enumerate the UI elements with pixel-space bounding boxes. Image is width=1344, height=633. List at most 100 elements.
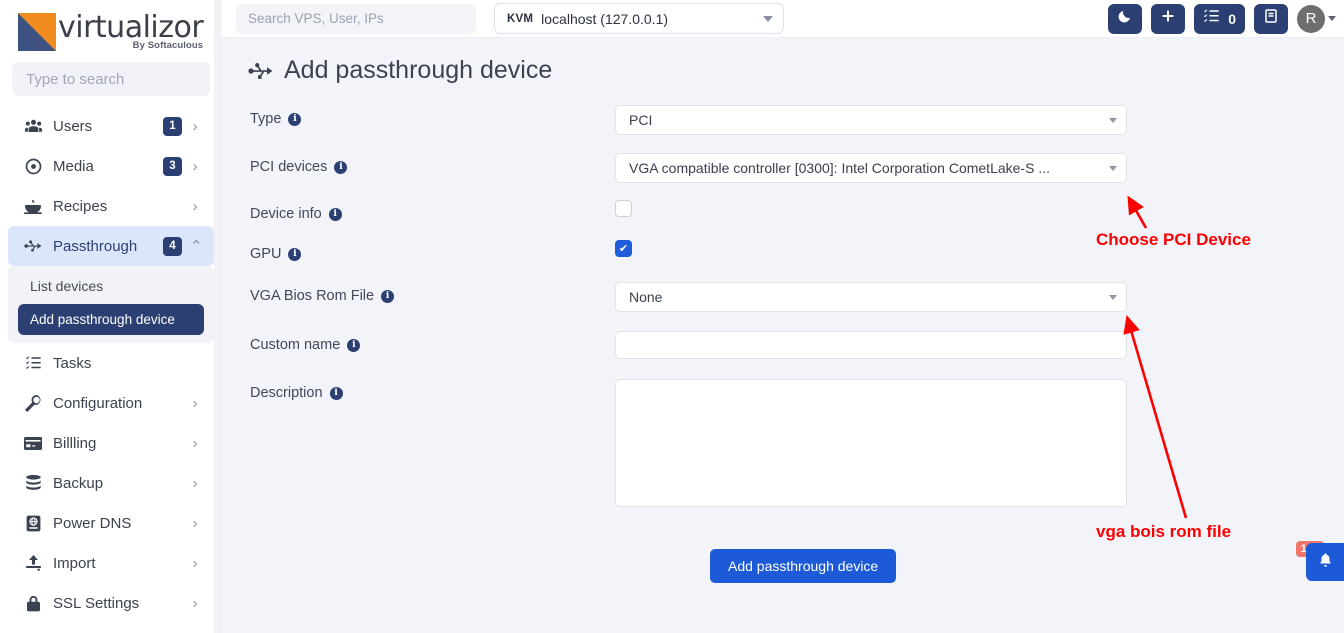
info-icon[interactable]: i	[329, 386, 343, 400]
sidebar-item-ssl-settings[interactable]: SSL Settings ›	[8, 583, 214, 623]
usb-icon	[22, 239, 44, 253]
type-select[interactable]: PCI	[615, 105, 1127, 135]
type-value: PCI	[629, 112, 653, 128]
chevron-icon: ›	[192, 474, 198, 492]
plus-icon	[1160, 8, 1176, 29]
database-icon	[22, 475, 44, 491]
sidebar-item-label: Users	[53, 117, 93, 135]
task-list-icon	[1203, 8, 1220, 29]
sidebar-subitem-add-passthrough-device[interactable]: Add passthrough device	[18, 304, 204, 335]
sidebar-item-label: SSL Settings	[53, 594, 140, 612]
label-text: VGA Bios Rom File	[250, 288, 375, 304]
chevron-down-icon	[1109, 165, 1117, 171]
info-icon[interactable]: i	[288, 112, 302, 126]
main-content: Add passthrough device Type i PCI PCI devic…	[222, 38, 1344, 633]
sidebar-item-label: Configuration	[53, 394, 143, 412]
sidebar-item-users[interactable]: Users 1 ›	[8, 106, 214, 146]
user-menu[interactable]: R	[1297, 4, 1336, 33]
sidebar-item-label: Import	[53, 554, 96, 572]
gpu-checkbox[interactable]: ✔	[615, 240, 632, 257]
label-text: Type	[250, 111, 282, 127]
chevron-down-icon	[763, 15, 773, 22]
logo-mark-icon	[18, 13, 56, 51]
tasks-button[interactable]: 0	[1194, 3, 1245, 34]
docs-button[interactable]	[1254, 3, 1288, 34]
avatar: R	[1297, 4, 1325, 33]
pci-devices-value: VGA compatible controller [0300]: Intel …	[629, 160, 1050, 176]
sidebar-nav: Users 1 › Media 3 › Recipes › Passthrough 4 ⌃ List …	[0, 106, 222, 633]
custom-name-input[interactable]	[615, 331, 1127, 359]
control-description	[615, 379, 1344, 507]
sidebar-item-label: Backup	[53, 474, 104, 492]
sidebar-submenu-passthrough: List devices Add passthrough device	[8, 266, 214, 343]
global-search[interactable]	[236, 3, 476, 34]
info-icon[interactable]: i	[381, 289, 395, 303]
upload-icon	[22, 555, 44, 571]
sidebar-search-input[interactable]	[26, 70, 196, 88]
info-icon[interactable]: i	[347, 338, 361, 352]
vga-bios-rom-file-select[interactable]: None	[615, 282, 1127, 312]
label-text: Custom name	[250, 337, 341, 353]
control-device-info	[615, 200, 1344, 217]
sidebar-item-billling[interactable]: Billling ›	[8, 423, 214, 463]
add-passthrough-device-button[interactable]: Add passthrough device	[710, 549, 897, 583]
label-text: Description	[250, 385, 323, 401]
sidebar-item-badge: 4	[163, 236, 182, 256]
chevron-icon: ›	[192, 554, 198, 572]
label-type: Type i	[250, 105, 615, 127]
page-title-text: Add passthrough device	[284, 56, 553, 84]
sidebar-item-firewall[interactable]: Firewall	[8, 623, 214, 633]
dns-icon	[22, 515, 44, 532]
form-row-type: Type i PCI	[222, 105, 1344, 135]
book-icon	[1263, 8, 1279, 29]
sidebar-item-media[interactable]: Media 3 ›	[8, 146, 214, 186]
control-type: PCI	[615, 105, 1344, 135]
sidebar-item-recipes[interactable]: Recipes ›	[8, 186, 214, 226]
sidebar-item-power-dns[interactable]: Power DNS ›	[8, 503, 214, 543]
sidebar-item-badge: 1	[163, 116, 182, 136]
bell-icon	[1318, 552, 1333, 573]
sidebar-item-label: Power DNS	[53, 514, 132, 532]
sidebar-item-badge: 3	[163, 156, 182, 176]
info-icon[interactable]: i	[328, 207, 342, 221]
lock-icon	[22, 595, 44, 612]
server-selector[interactable]: KVM localhost (127.0.0.1)	[494, 3, 784, 34]
sidebar-item-label: Recipes	[53, 197, 108, 215]
label-description: Description i	[250, 379, 615, 401]
sidebar-item-passthrough[interactable]: Passthrough 4 ⌃	[8, 226, 214, 266]
sidebar: virtualizor By Softaculous Users 1 › Media 3…	[0, 0, 222, 633]
info-icon[interactable]: i	[334, 160, 348, 174]
top-bar: KVM localhost (127.0.0.1)	[222, 0, 1344, 38]
info-icon[interactable]: i	[288, 247, 302, 261]
sidebar-item-configuration[interactable]: Configuration ›	[8, 383, 214, 423]
pci-devices-select[interactable]: VGA compatible controller [0300]: Intel …	[615, 153, 1127, 183]
brand-logo[interactable]: virtualizor By Softaculous	[0, 0, 222, 62]
device-info-checkbox[interactable]	[615, 200, 632, 217]
chevron-icon: ⌃	[190, 237, 203, 255]
server-type-tag: KVM	[507, 12, 534, 25]
chevron-down-icon	[1109, 294, 1117, 300]
label-text: Device info	[250, 206, 322, 222]
top-bar-actions: 0 R	[1108, 3, 1344, 34]
global-search-input[interactable]	[248, 11, 464, 26]
add-button[interactable]	[1151, 3, 1186, 34]
sidebar-search[interactable]	[12, 62, 210, 96]
description-textarea[interactable]	[615, 379, 1127, 507]
dark-mode-button[interactable]	[1108, 3, 1143, 34]
notification-button[interactable]	[1306, 543, 1344, 581]
sidebar-subitem-list-devices[interactable]: List devices	[8, 272, 214, 300]
chevron-down-icon	[1109, 117, 1117, 123]
control-pci-devices: VGA compatible controller [0300]: Intel …	[615, 153, 1344, 183]
users-icon	[22, 119, 44, 133]
form-row-description: Description i	[222, 379, 1344, 507]
server-name: localhost (127.0.0.1)	[541, 10, 669, 27]
label-gpu: GPU i	[250, 240, 615, 262]
sidebar-item-tasks[interactable]: Tasks	[8, 343, 214, 383]
tasks-icon	[22, 355, 44, 371]
form-row-pci-devices: PCI devices i VGA compatible controller [0…	[222, 153, 1344, 183]
moon-icon	[1117, 8, 1133, 29]
sidebar-item-import[interactable]: Import ›	[8, 543, 214, 583]
chevron-icon: ›	[192, 434, 198, 452]
sidebar-item-backup[interactable]: Backup ›	[8, 463, 214, 503]
tasks-count: 0	[1228, 10, 1236, 27]
